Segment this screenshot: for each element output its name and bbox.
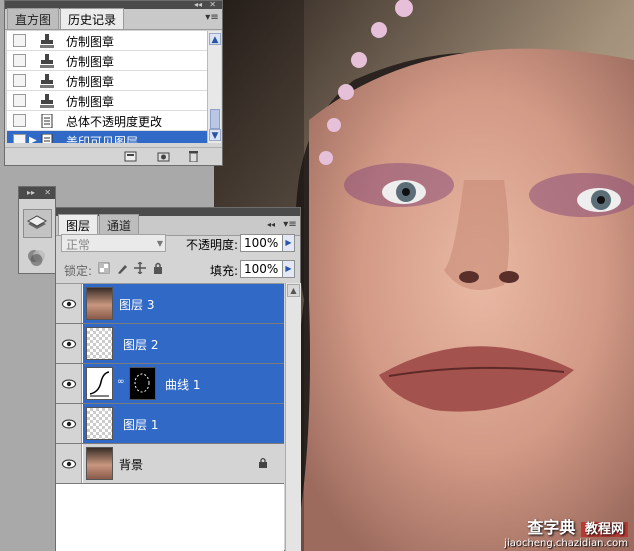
opacity-field[interactable]: 100% [240,234,286,252]
layer-thumbnail [86,327,113,360]
layer-thumbnail [86,407,113,440]
history-source-checkbox[interactable] [13,114,26,127]
curves-adjustment-icon [86,367,113,400]
layers-scrollbar[interactable]: ▲ [285,283,301,551]
watermark-logo: 查字典 [527,518,576,537]
layer-visibility-toggle[interactable] [56,404,82,443]
history-source-checkbox[interactable] [13,54,26,67]
scroll-up-icon[interactable]: ▲ [287,284,300,297]
document-icon [40,133,54,143]
layers-list: 图层 3 图层 2 ∞ 曲线 1 图层 1 背景 [56,283,284,551]
clone-stamp-icon [40,74,54,88]
history-item-label: 盖印可见图层 [66,135,139,143]
mask-link-icon[interactable]: ∞ [117,377,125,387]
dock-titlebar[interactable]: ▸▸ ✕ [19,187,55,199]
lock-transparent-icon[interactable] [98,262,110,274]
layer-name: 背景 [119,458,144,472]
layer-name: 图层 2 [123,338,159,352]
layer-row[interactable]: 图层 1 [56,404,284,444]
new-document-from-state-icon[interactable] [124,151,137,162]
history-item-label: 总体不透明度更改 [66,115,163,129]
history-item[interactable]: 仿制图章 [7,91,207,111]
opacity-label: 不透明度: [186,238,239,252]
history-scrollbar[interactable]: ▲ ▼ [207,31,221,143]
tab-histogram[interactable]: 直方图 [7,8,60,29]
history-item-label: 仿制图章 [66,55,115,69]
layer-mask-thumbnail[interactable] [129,367,156,400]
layer-visibility-toggle[interactable] [56,444,82,483]
history-item[interactable]: ▶ 盖印可见图层 [7,131,207,143]
history-source-checkbox[interactable] [13,34,26,47]
channels-panel-button[interactable] [23,243,52,272]
opacity-arrow-icon[interactable]: ▶ [282,234,295,252]
layer-row[interactable]: 背景 [56,444,284,484]
fill-arrow-icon[interactable]: ▶ [282,260,295,278]
eye-icon [62,378,76,389]
collapse-icon[interactable]: ◂◂ [194,0,202,9]
clone-stamp-icon [40,34,54,48]
history-item-label: 仿制图章 [66,75,115,89]
layer-options: 正常 ▼ 不透明度: 100% ▶ 锁定: 填充: 100% ▶ [56,230,300,282]
history-source-checkbox[interactable] [13,74,26,87]
scroll-thumb[interactable] [210,109,220,129]
lock-all-icon[interactable] [152,262,164,274]
history-item[interactable]: 仿制图章 [7,31,207,51]
eye-icon [62,338,76,349]
clone-stamp-icon [40,94,54,108]
eye-icon [62,298,76,309]
lock-icon [258,457,268,471]
history-panel: ◂◂ ✕ 直方图 历史记录 ▾≡ 仿制图章 仿制图章 仿制图章 仿制图章 总体不透明度更… [4,0,223,166]
history-list: 仿制图章 仿制图章 仿制图章 仿制图章 总体不透明度更改 ▶ 盖印可见图层 [7,31,207,143]
history-source-checkbox[interactable] [13,134,26,143]
lock-label: 锁定: [64,264,93,278]
tab-history[interactable]: 历史记录 [60,8,125,29]
eye-icon [62,458,76,469]
fill-label: 填充: [210,264,239,278]
scroll-up-icon[interactable]: ▲ [209,33,221,45]
layer-row[interactable]: 图层 3 [56,284,284,324]
close-icon[interactable]: ✕ [209,0,216,9]
layer-thumbnail [86,287,113,320]
clone-stamp-icon [40,54,54,68]
history-source-checkbox[interactable] [13,94,26,107]
history-item-label: 仿制图章 [66,35,115,49]
trash-icon[interactable] [187,151,200,163]
layers-panel: 图层 通道 ◂◂ ▾≡ 正常 ▼ 不透明度: 100% ▶ 锁定: 填充: 10… [55,207,301,551]
blend-mode-select[interactable]: 正常 ▼ [61,234,166,252]
history-item[interactable]: 仿制图章 [7,51,207,71]
layer-visibility-toggle[interactable] [56,284,82,323]
layer-row[interactable]: ∞ 曲线 1 [56,364,284,404]
snapshot-icon[interactable] [157,151,170,162]
document-icon [40,113,54,129]
lock-position-icon[interactable] [134,261,146,275]
close-icon[interactable]: ✕ [44,188,51,197]
panel-menu-icon[interactable]: ▾≡ [205,12,219,24]
eye-icon [62,418,76,429]
watermark-url: jiaocheng.chazidian.com [504,538,628,549]
layer-row[interactable]: 图层 2 [56,324,284,364]
history-item[interactable]: 总体不透明度更改 [7,111,207,131]
layer-name: 图层 1 [123,418,159,432]
layer-name: 图层 3 [119,298,155,312]
fill-field[interactable]: 100% [240,260,286,278]
layer-visibility-toggle[interactable] [56,364,82,403]
layers-panel-button[interactable] [23,209,52,238]
watermark: 查字典 教程网 jiaocheng.chazidian.com [504,514,628,549]
history-item[interactable]: 仿制图章 [7,71,207,91]
chevron-down-icon: ▼ [156,239,163,248]
history-footer [5,147,222,166]
history-item-label: 仿制图章 [66,95,115,109]
layer-thumbnail [86,447,113,480]
panel-dock: ▸▸ ✕ [18,186,56,274]
scroll-down-icon[interactable]: ▼ [209,129,221,141]
blend-mode-value: 正常 [66,238,91,252]
expand-icon[interactable]: ▸▸ [27,188,35,197]
layer-visibility-toggle[interactable] [56,324,82,363]
lock-image-icon[interactable] [116,262,128,274]
history-state-marker-icon: ▶ [29,135,37,143]
layer-name: 曲线 1 [165,378,201,392]
watermark-tag: 教程网 [580,522,628,537]
